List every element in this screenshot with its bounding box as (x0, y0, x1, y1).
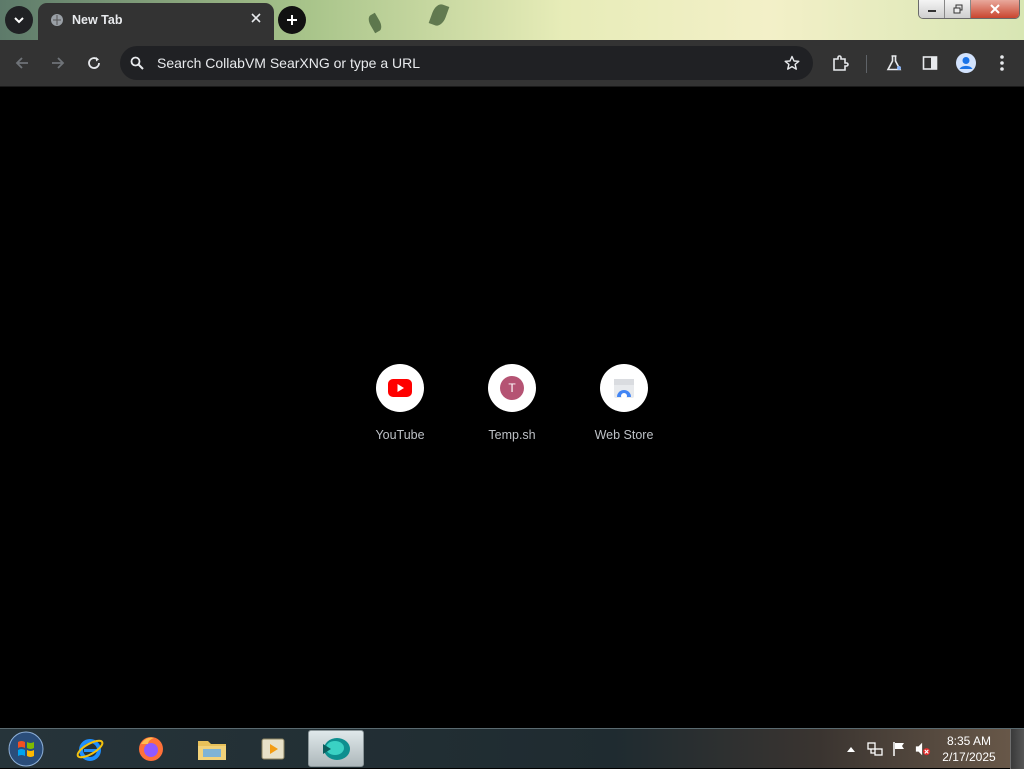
tab-new-tab[interactable]: New Tab (38, 3, 274, 40)
kebab-menu-icon (1000, 55, 1004, 71)
side-panel-icon (922, 56, 938, 70)
tray-action-center[interactable] (891, 741, 907, 757)
shortcut-icon-circle (376, 364, 424, 412)
network-icon (867, 742, 883, 756)
web-store-icon (614, 379, 634, 399)
windows-taskbar: 8:35 AM 2/17/2025 (0, 728, 1024, 769)
window-titlebar: New Tab (0, 0, 1024, 40)
account-avatar-icon (956, 53, 976, 73)
puzzle-icon (833, 55, 849, 71)
taskbar-file-explorer[interactable] (184, 730, 240, 767)
chevron-down-icon (14, 17, 24, 24)
menu-button[interactable] (991, 52, 1013, 74)
shortcut-icon-circle: T (488, 364, 536, 412)
youtube-icon (388, 379, 412, 397)
shortcut-label: Web Store (594, 428, 654, 442)
plus-icon (287, 15, 297, 25)
clock-date: 2/17/2025 (942, 750, 996, 764)
shortcut-label: Temp.sh (488, 428, 536, 442)
taskbar-media-player[interactable] (245, 730, 301, 767)
close-tab-icon[interactable] (250, 12, 262, 24)
restore-icon (953, 4, 963, 14)
toolbar-divider (866, 55, 867, 73)
taskbar-firefox[interactable] (123, 730, 179, 767)
tab-title: New Tab (72, 13, 123, 27)
wallpaper-leaf (428, 2, 450, 28)
labs-button[interactable] (883, 52, 905, 74)
tab-search-button[interactable] (5, 6, 33, 34)
tray-show-hidden-button[interactable] (843, 741, 859, 757)
taskbar-active-app[interactable] (308, 730, 364, 767)
arrow-left-icon (15, 57, 28, 69)
internet-explorer-icon (76, 738, 104, 761)
close-icon (990, 4, 1000, 14)
start-button[interactable] (6, 731, 46, 767)
volume-muted-icon (915, 742, 931, 756)
taskbar-internet-explorer[interactable] (62, 730, 118, 767)
restore-button[interactable] (945, 0, 971, 18)
search-icon (130, 56, 144, 70)
tray-volume[interactable] (915, 741, 931, 757)
flag-icon (893, 742, 904, 756)
letter-avatar-icon: T (500, 376, 524, 400)
file-explorer-icon (198, 740, 226, 760)
minimize-button[interactable] (919, 0, 946, 18)
windows-start-icon (8, 731, 44, 767)
globe-icon (51, 14, 63, 26)
window-controls (918, 0, 1020, 19)
shortcut-temp-sh[interactable]: T Temp.sh (462, 364, 562, 442)
reload-icon (88, 57, 100, 69)
extensions-button[interactable] (829, 52, 851, 74)
profile-button[interactable] (955, 52, 977, 74)
reload-button[interactable] (83, 52, 105, 74)
minimize-icon (927, 10, 936, 12)
arrow-right-icon (52, 57, 65, 69)
side-panel-button[interactable] (919, 52, 941, 74)
show-desktop-button[interactable] (1010, 729, 1024, 769)
clock-time: 8:35 AM (946, 734, 992, 748)
taskbar-clock[interactable]: 8:35 AM 2/17/2025 (936, 733, 1002, 765)
chevron-up-icon (847, 747, 855, 752)
shortcut-label: YouTube (375, 428, 425, 442)
shortcut-web-store[interactable]: Web Store (574, 364, 674, 442)
firefox-icon (139, 736, 163, 761)
chrome-active-icon (323, 737, 350, 760)
address-bar-placeholder: Search CollabVM SearXNG or type a URL (157, 55, 420, 71)
shortcut-youtube[interactable]: YouTube (350, 364, 450, 442)
wallpaper-leaf (366, 12, 384, 34)
flask-icon (886, 55, 902, 71)
browser-toolbar: Search CollabVM SearXNG or type a URL (0, 40, 1024, 87)
address-bar[interactable]: Search CollabVM SearXNG or type a URL (120, 46, 813, 80)
forward-button[interactable] (47, 52, 69, 74)
star-bookmark-icon[interactable] (784, 55, 800, 71)
shortcut-icon-circle (600, 364, 648, 412)
close-window-button[interactable] (970, 0, 1019, 18)
new-tab-button[interactable] (278, 6, 306, 34)
back-button[interactable] (11, 52, 33, 74)
media-player-icon (261, 738, 285, 759)
tray-network[interactable] (867, 741, 883, 757)
